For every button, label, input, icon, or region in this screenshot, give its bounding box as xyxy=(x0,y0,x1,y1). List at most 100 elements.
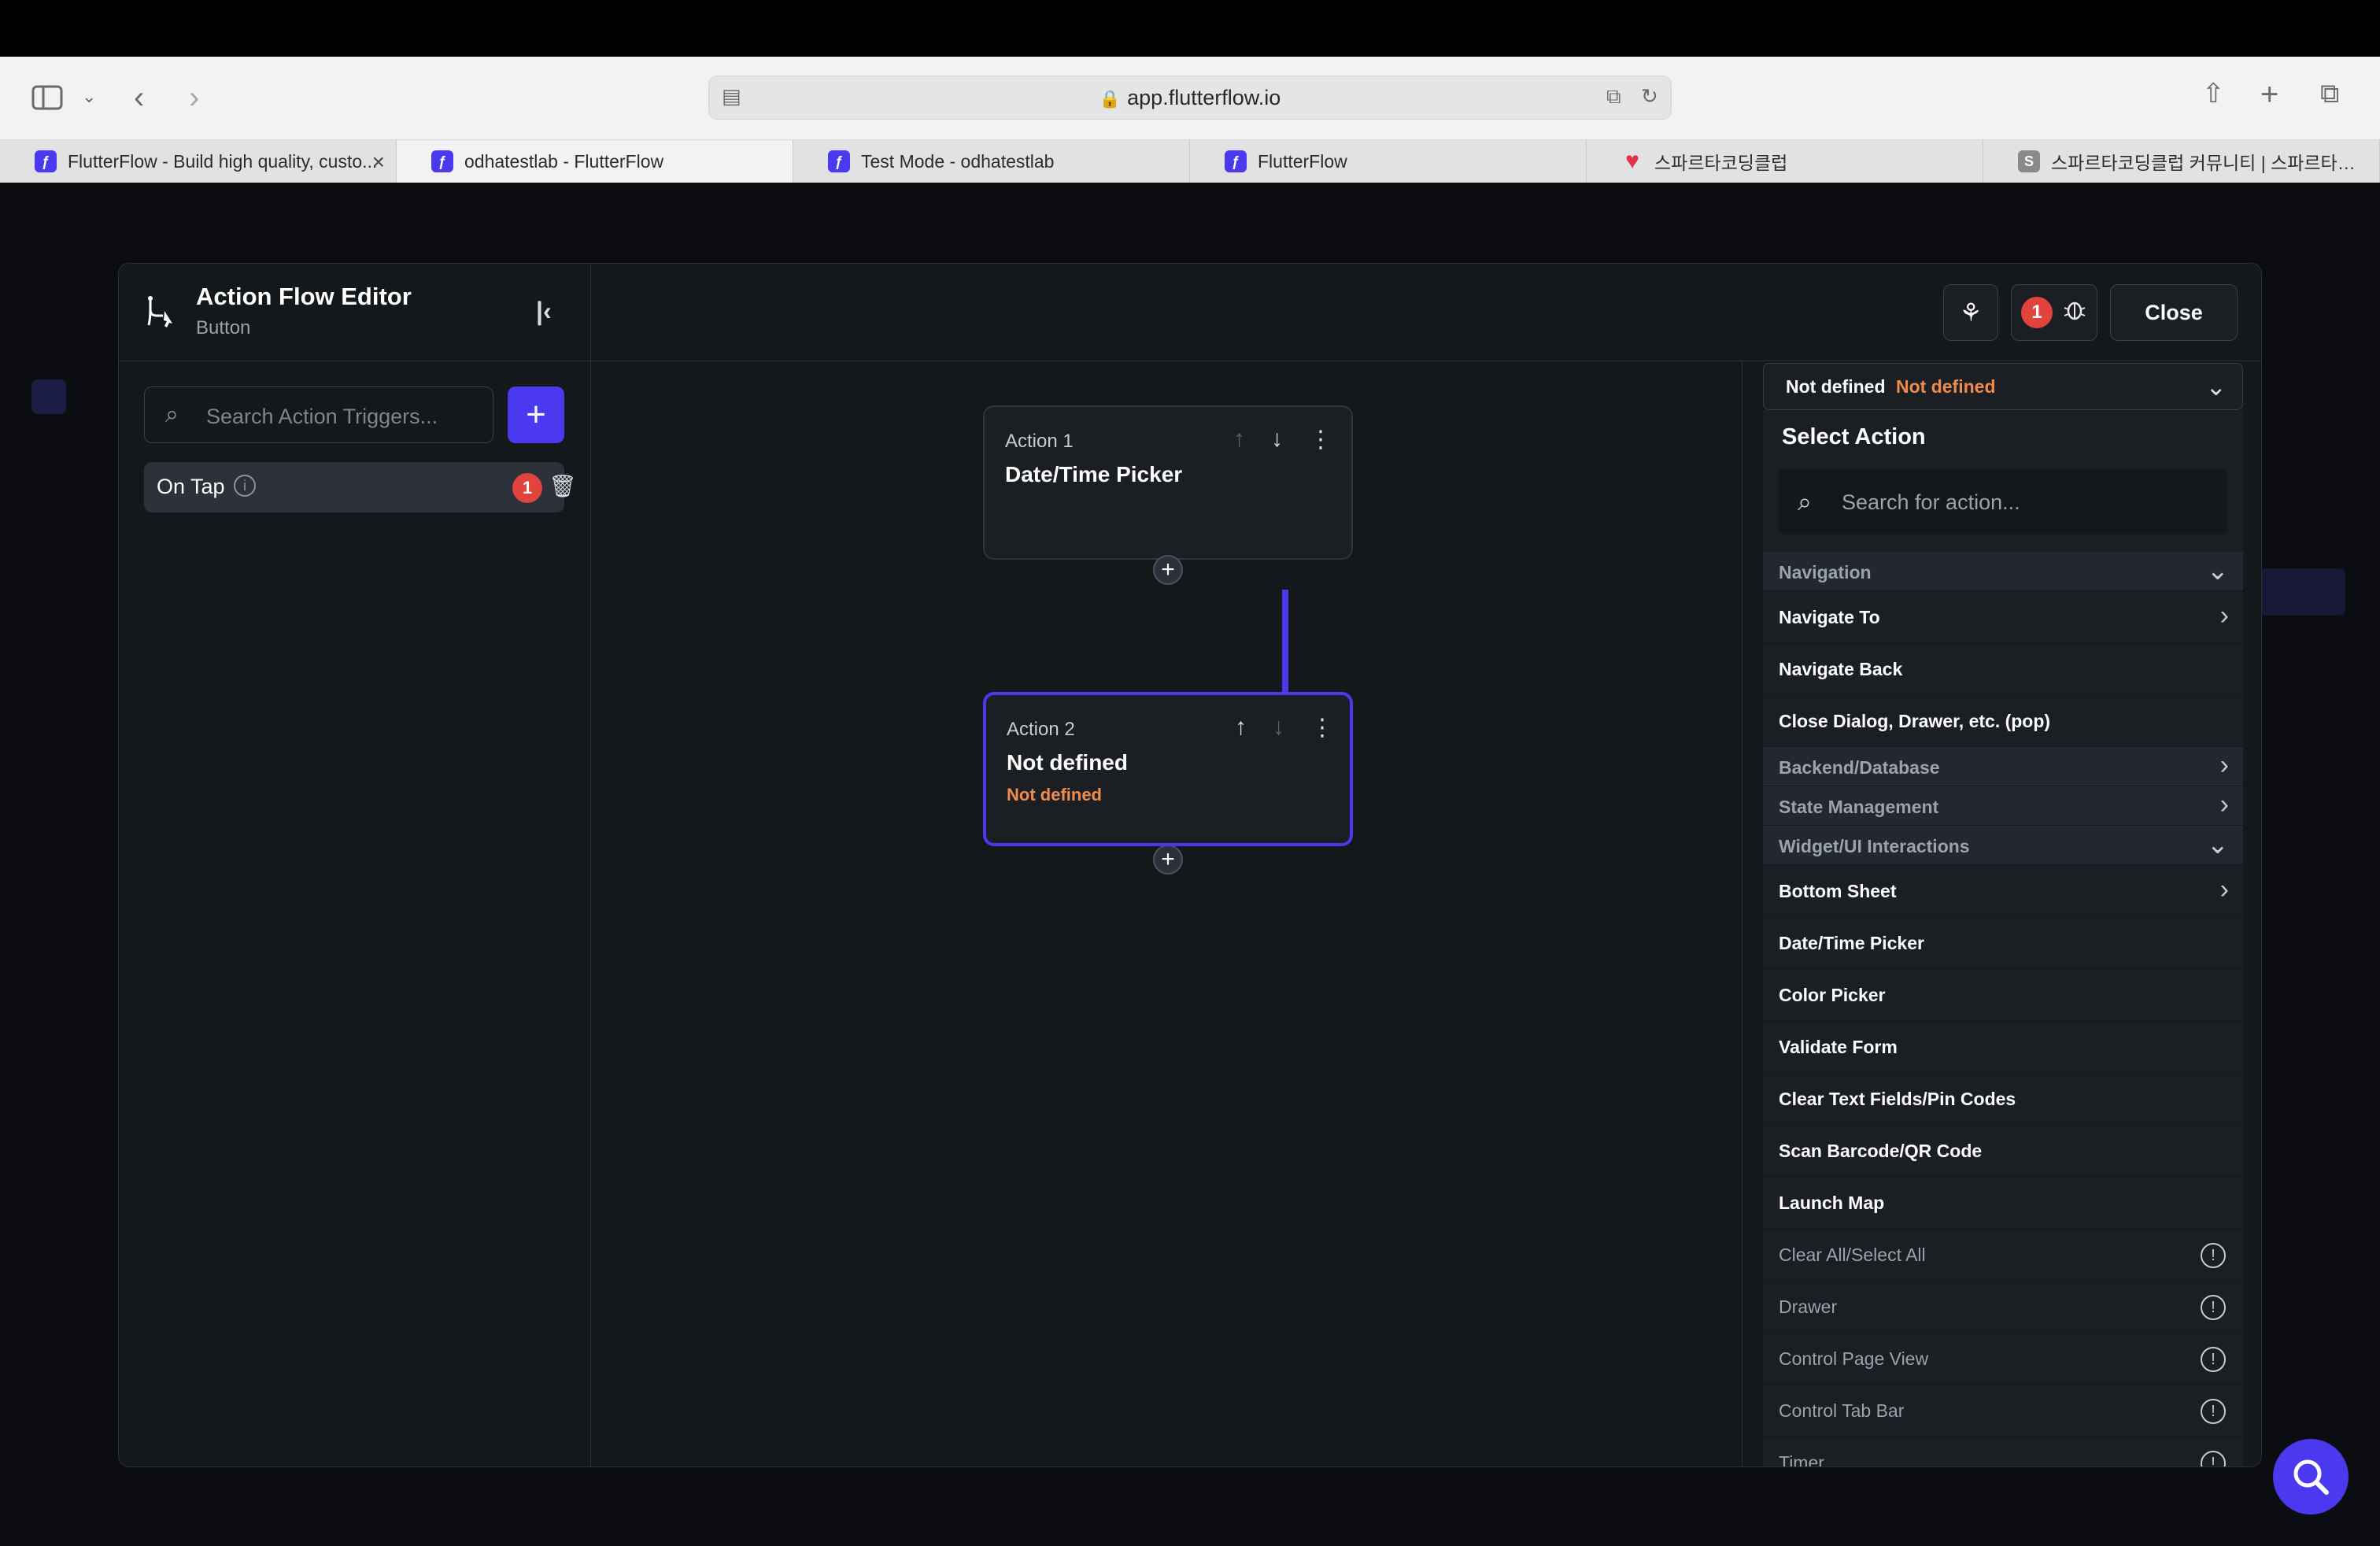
close-button[interactable]: Close xyxy=(2110,284,2238,341)
tab-test-mode[interactable]: ƒ Test Mode - odhatestlab xyxy=(793,140,1190,183)
trash-icon[interactable]: 🗑 xyxy=(549,473,577,499)
action-item[interactable]: Bottom Sheet › xyxy=(1763,865,2243,917)
action-item[interactable]: Clear Text Fields/Pin Codes xyxy=(1763,1073,2243,1125)
info-icon[interactable]: ! xyxy=(2201,1347,2226,1372)
move-up-icon[interactable]: ↑ xyxy=(1233,426,1245,453)
action-item-label: Backend/Database xyxy=(1779,757,1940,778)
action-item[interactable]: Clear All/Select All! xyxy=(1763,1229,2243,1281)
action-label: Action 1 xyxy=(1005,431,1074,452)
search-action-input[interactable]: ⌕ Search for action... xyxy=(1779,468,2227,534)
tab-sparta-community[interactable]: S 스파르타코딩클럽 커뮤니티 | 스파르타코딩클... xyxy=(1983,140,2380,183)
action-flow-canvas[interactable]: Action 1 Date/Time Picker ↑ ↓ ⋮ + + Acti… xyxy=(591,361,1742,1466)
tab-sparta[interactable]: ♥ 스파르타코딩클럽 xyxy=(1587,140,1983,183)
add-action-button[interactable]: + xyxy=(1153,555,1183,585)
modal-header: Action Flow Editor Button |‹ ⚘ 1 Close xyxy=(119,264,2261,361)
action-item-label: Clear Text Fields/Pin Codes xyxy=(1779,1089,2016,1109)
backdrop-shape xyxy=(31,379,66,414)
action-item-label: Close Dialog, Drawer, etc. (pop) xyxy=(1779,711,2051,731)
tab-overview-icon[interactable]: ⧉ xyxy=(1606,86,1621,106)
action-node-1[interactable]: Action 1 Date/Time Picker ↑ ↓ ⋮ xyxy=(983,405,1353,560)
debug-button[interactable]: 1 xyxy=(2011,284,2097,341)
search-action-placeholder: Search for action... xyxy=(1842,490,2020,514)
add-trigger-button[interactable]: + xyxy=(508,386,564,443)
address-bar[interactable]: ▤ 🔒 app.flutterflow.io ⧉ ↻ xyxy=(708,76,1672,120)
dropdown-value: Not defined xyxy=(1786,376,1886,397)
search-triggers-input[interactable]: ⌕ Search Action Triggers... xyxy=(144,386,493,443)
add-action-button[interactable]: + xyxy=(1153,845,1183,875)
trigger-item-on-tap[interactable]: On Tap i 1 🗑 xyxy=(144,462,577,512)
action-item[interactable]: Scan Barcode/QR Code xyxy=(1763,1125,2243,1177)
action-category[interactable]: Backend/Database › xyxy=(1763,747,2243,786)
ai-brain-icon: ⚘ xyxy=(1959,298,1983,327)
action-triggers-panel: ⌕ Search Action Triggers... + On Tap i 1… xyxy=(119,361,591,1466)
help-search-button[interactable] xyxy=(2273,1439,2349,1515)
action-item[interactable]: Date/Time Picker xyxy=(1763,917,2243,969)
tab-flutterflow-home[interactable]: ƒ FlutterFlow - Build high quality, cust… xyxy=(0,140,397,183)
action-item-label: Navigate Back xyxy=(1779,659,1903,679)
action-item-label: Launch Map xyxy=(1779,1193,1885,1213)
ai-agent-button[interactable]: ⚘ xyxy=(1943,284,1998,341)
action-item-label: Date/Time Picker xyxy=(1779,933,1924,953)
info-icon[interactable]: ! xyxy=(2201,1295,2226,1320)
select-action-title: Select Action xyxy=(1782,424,1926,449)
chevron-right-icon: › xyxy=(2219,875,2229,904)
tabs-icon[interactable]: ⧉ xyxy=(2320,80,2339,107)
tab-odhatestlab[interactable]: ƒ odhatestlab - FlutterFlow xyxy=(397,140,793,183)
chevron-down-icon[interactable]: ⌄ xyxy=(82,88,96,105)
action-item[interactable]: Color Picker xyxy=(1763,969,2243,1021)
action-item-label: State Management xyxy=(1779,797,1939,817)
action-category[interactable]: Widget/UI Interactions ⌄ xyxy=(1763,826,2243,865)
info-icon[interactable]: ! xyxy=(2201,1399,2226,1424)
action-item[interactable]: Launch Map xyxy=(1763,1177,2243,1229)
collapse-panel-icon[interactable]: |‹ xyxy=(536,297,552,326)
action-category[interactable]: Navigation ⌄ xyxy=(1763,552,2243,591)
action-item-label: Control Page View xyxy=(1779,1348,1929,1369)
reload-icon[interactable]: ↻ xyxy=(1641,86,1658,106)
back-icon[interactable]: ‹ xyxy=(134,82,144,113)
action-item-label: Clear All/Select All xyxy=(1779,1245,1926,1265)
info-icon[interactable]: ! xyxy=(2201,1243,2226,1268)
action-item[interactable]: Drawer! xyxy=(1763,1281,2243,1333)
sidebar-toggle-icon[interactable] xyxy=(31,85,63,115)
action-item[interactable]: Navigate To › xyxy=(1763,591,2243,643)
search-icon xyxy=(2293,1459,2329,1495)
editor-title: Action Flow Editor xyxy=(196,283,412,310)
tab-flutterflow[interactable]: ƒ FlutterFlow xyxy=(1190,140,1587,183)
action-item[interactable]: Timer! xyxy=(1763,1437,2243,1467)
new-tab-icon[interactable]: + xyxy=(2260,79,2278,110)
action-item[interactable]: Navigate Back xyxy=(1763,643,2243,695)
more-options-icon[interactable]: ⋮ xyxy=(1310,714,1334,742)
action-list: Navigation ⌄ Navigate To › Navigate Back Clos… xyxy=(1763,552,2243,1467)
move-down-icon[interactable]: ↓ xyxy=(1271,426,1283,453)
share-icon[interactable]: ⇧ xyxy=(2202,80,2225,107)
move-up-icon[interactable]: ↑ xyxy=(1235,714,1247,741)
action-item[interactable]: Close Dialog, Drawer, etc. (pop) xyxy=(1763,695,2243,747)
action-item[interactable]: Control Tab Bar! xyxy=(1763,1385,2243,1437)
action-item[interactable]: Validate Form xyxy=(1763,1021,2243,1073)
action-item-label: Control Tab Bar xyxy=(1779,1400,1905,1421)
action-title: Not defined xyxy=(1007,750,1128,775)
plus-icon: + xyxy=(1161,557,1175,583)
action-category[interactable]: State Management › xyxy=(1763,786,2243,826)
more-options-icon[interactable]: ⋮ xyxy=(1309,426,1332,453)
browser-toolbar: ⌄ ‹ › ▤ 🔒 app.flutterflow.io ⧉ ↻ ⇧ + ⧉ xyxy=(0,57,2380,140)
action-type-dropdown[interactable]: Not defined Not defined ⌄ xyxy=(1763,363,2243,410)
chevron-right-icon: › xyxy=(2219,750,2229,780)
action-item-label: Scan Barcode/QR Code xyxy=(1779,1141,1983,1161)
tab-label: FlutterFlow xyxy=(1258,150,1347,172)
tab-label: Test Mode - odhatestlab xyxy=(861,150,1055,172)
search-icon: ⌕ xyxy=(1798,487,1812,516)
close-icon[interactable]: × xyxy=(372,150,385,175)
action-item[interactable]: Control Page View! xyxy=(1763,1333,2243,1385)
action-item-label: Timer xyxy=(1779,1452,1824,1467)
move-down-icon[interactable]: ↓ xyxy=(1273,714,1284,741)
action-node-2[interactable]: Action 2 Not defined Not defined ↑ ↓ ⋮ xyxy=(983,692,1353,846)
action-flow-icon xyxy=(142,294,180,331)
forward-icon[interactable]: › xyxy=(189,82,199,113)
search-icon: ⌕ xyxy=(165,401,179,427)
flutterflow-logo-icon: ƒ xyxy=(35,150,57,172)
sparta-heart-icon: ♥ xyxy=(1625,148,1639,174)
header-title-area: Action Flow Editor Button |‹ xyxy=(119,264,591,361)
info-icon[interactable]: ! xyxy=(2201,1451,2226,1466)
info-icon[interactable]: i xyxy=(234,475,256,497)
